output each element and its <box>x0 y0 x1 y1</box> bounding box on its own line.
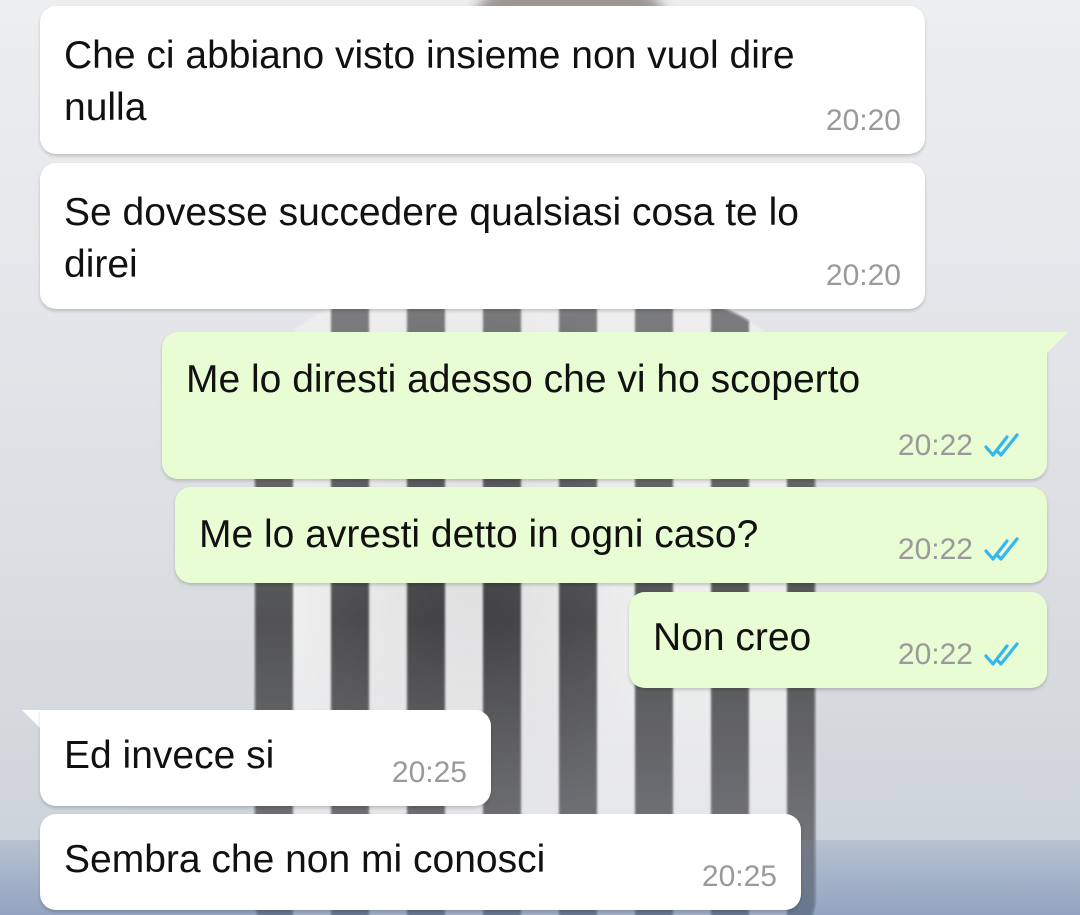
message-time: 20:22 <box>897 429 973 462</box>
message-meta: 20:25 <box>392 756 467 790</box>
message-text: Sembra che non mi conosci <box>64 838 546 881</box>
message-meta: 20:20 <box>826 104 901 138</box>
message-bubble-incoming[interactable]: Sembra che non mi conosci 20:25 <box>40 814 801 910</box>
message-time: 20:22 <box>897 533 973 566</box>
message-bubble-outgoing[interactable]: Me lo diresti adesso che vi ho scoperto … <box>162 332 1047 479</box>
message-text: Me lo diresti adesso che vi ho scoperto <box>186 358 861 401</box>
message-time: 20:22 <box>897 638 973 671</box>
message-list[interactable]: Che ci abbiano visto insieme non vuol di… <box>0 0 1080 915</box>
message-bubble-outgoing[interactable]: Me lo avresti detto in ogni caso? 20:22 <box>175 487 1047 583</box>
message-text: Ed invece si <box>64 734 275 777</box>
message-text: Non creo <box>653 616 812 659</box>
message-time: 20:20 <box>825 259 901 292</box>
message-meta: 20:22 <box>898 429 1023 463</box>
double-check-icon <box>984 537 1019 561</box>
message-bubble-incoming[interactable]: Se dovesse succedere qualsiasi cosa te l… <box>40 163 925 309</box>
message-time: 20:25 <box>701 860 777 893</box>
message-meta: 20:25 <box>702 860 777 894</box>
message-meta: 20:22 <box>898 638 1023 672</box>
message-time: 20:20 <box>825 104 901 137</box>
message-meta: 20:20 <box>826 259 901 293</box>
message-text: Se dovesse succedere qualsiasi cosa te l… <box>64 191 799 286</box>
message-text: Me lo avresti detto in ogni caso? <box>199 513 759 556</box>
message-bubble-outgoing[interactable]: Non creo 20:22 <box>629 592 1047 688</box>
double-check-icon <box>984 642 1019 666</box>
double-check-icon <box>984 433 1019 457</box>
outgoing-bubble-tail <box>1040 332 1068 360</box>
message-bubble-incoming[interactable]: Che ci abbiano visto insieme non vuol di… <box>40 6 925 154</box>
message-text: Che ci abbiano visto insieme non vuol di… <box>64 34 795 129</box>
message-meta: 20:22 <box>898 533 1023 567</box>
message-bubble-incoming[interactable]: Ed invece si 20:25 <box>40 710 491 806</box>
message-time: 20:25 <box>391 756 467 789</box>
